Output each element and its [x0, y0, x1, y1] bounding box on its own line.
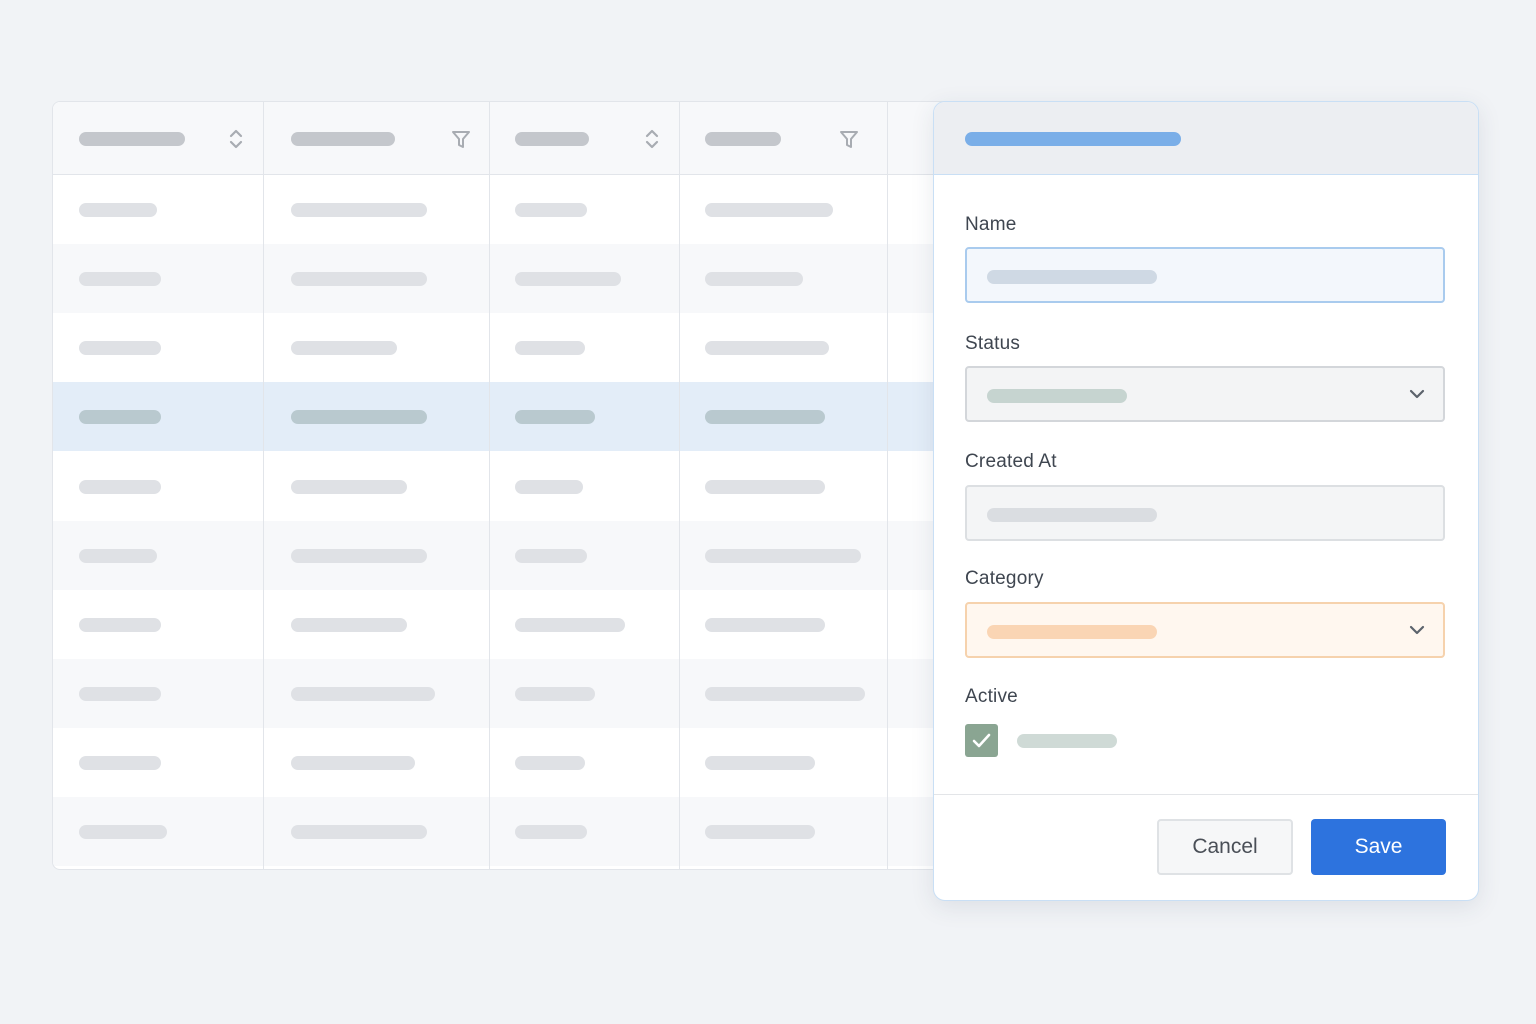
table-cell — [291, 756, 415, 770]
table-row-selected[interactable] — [53, 382, 1033, 451]
column-divider — [887, 102, 888, 869]
status-select-value — [987, 389, 1127, 403]
table-cell — [705, 549, 861, 563]
category-select-value — [987, 625, 1157, 639]
table-cell — [291, 687, 435, 701]
table-cell — [515, 618, 625, 632]
table-cell — [291, 203, 427, 217]
name-field[interactable] — [965, 247, 1445, 303]
data-table — [52, 101, 1034, 870]
name-field-value — [987, 270, 1157, 284]
chevron-down-icon[interactable] — [1409, 624, 1425, 636]
table-cell — [515, 825, 587, 839]
table-cell — [291, 272, 427, 286]
table-cell — [515, 687, 595, 701]
table-cell — [515, 203, 587, 217]
table-cell — [705, 825, 815, 839]
table-cell — [515, 480, 583, 494]
category-select[interactable] — [965, 602, 1445, 658]
table-cell — [705, 480, 825, 494]
table-cell — [515, 341, 585, 355]
filter-icon[interactable] — [838, 126, 860, 152]
table-cell — [515, 410, 595, 424]
table-cell — [79, 480, 161, 494]
cancel-button[interactable]: Cancel — [1157, 819, 1293, 875]
table-cell — [705, 272, 803, 286]
table-cell — [291, 480, 407, 494]
table-cell — [515, 549, 587, 563]
table-row[interactable] — [53, 521, 1033, 590]
column-header-3[interactable] — [515, 132, 589, 146]
table-cell — [705, 618, 825, 632]
name-label: Name — [965, 214, 1017, 235]
table-row[interactable] — [53, 452, 1033, 521]
table-cell — [79, 203, 157, 217]
table-cell — [705, 756, 815, 770]
table-cell — [515, 272, 621, 286]
active-checkbox-caption — [1017, 734, 1117, 748]
active-label: Active — [965, 686, 1018, 707]
table-row[interactable] — [53, 797, 1033, 866]
table-cell — [79, 410, 161, 424]
chevron-down-icon[interactable] — [1409, 388, 1425, 400]
table-cell — [705, 410, 825, 424]
sort-icon[interactable] — [225, 126, 247, 152]
created-at-field — [965, 485, 1445, 541]
table-cell — [291, 549, 427, 563]
table-cell — [79, 618, 161, 632]
table-cell — [515, 756, 585, 770]
active-checkbox[interactable] — [965, 724, 998, 757]
created-at-value — [987, 508, 1157, 522]
panel-title — [965, 132, 1181, 146]
table-cell — [79, 549, 157, 563]
table-cell — [79, 756, 161, 770]
category-label: Category — [965, 568, 1044, 589]
table-cell — [79, 687, 161, 701]
edit-form-panel: Name Status Created At Category Active C… — [933, 101, 1479, 901]
check-icon — [972, 733, 991, 748]
table-row[interactable] — [53, 244, 1033, 313]
save-button[interactable]: Save — [1311, 819, 1446, 875]
column-header-2[interactable] — [291, 132, 395, 146]
table-row[interactable] — [53, 313, 1033, 382]
sort-icon[interactable] — [641, 126, 663, 152]
table-cell — [79, 341, 161, 355]
table-cell — [79, 272, 161, 286]
column-header-4[interactable] — [705, 132, 781, 146]
table-row[interactable] — [53, 728, 1033, 797]
column-header-1[interactable] — [79, 132, 185, 146]
table-cell — [291, 341, 397, 355]
table-cell — [291, 410, 427, 424]
table-cell — [705, 341, 829, 355]
table-header — [53, 102, 1033, 175]
table-cell — [705, 687, 865, 701]
created-at-label: Created At — [965, 451, 1057, 472]
table-row[interactable] — [53, 659, 1033, 728]
table-row[interactable] — [53, 590, 1033, 659]
column-divider — [263, 102, 264, 869]
table-cell — [291, 618, 407, 632]
status-label: Status — [965, 333, 1021, 354]
panel-header — [934, 102, 1478, 175]
table-cell — [705, 203, 833, 217]
footer-divider — [934, 794, 1478, 795]
status-select[interactable] — [965, 366, 1445, 422]
table-cell — [79, 825, 167, 839]
filter-icon[interactable] — [450, 126, 472, 152]
column-divider — [489, 102, 490, 869]
table-cell — [291, 825, 427, 839]
table-row[interactable] — [53, 175, 1033, 244]
column-divider — [679, 102, 680, 869]
